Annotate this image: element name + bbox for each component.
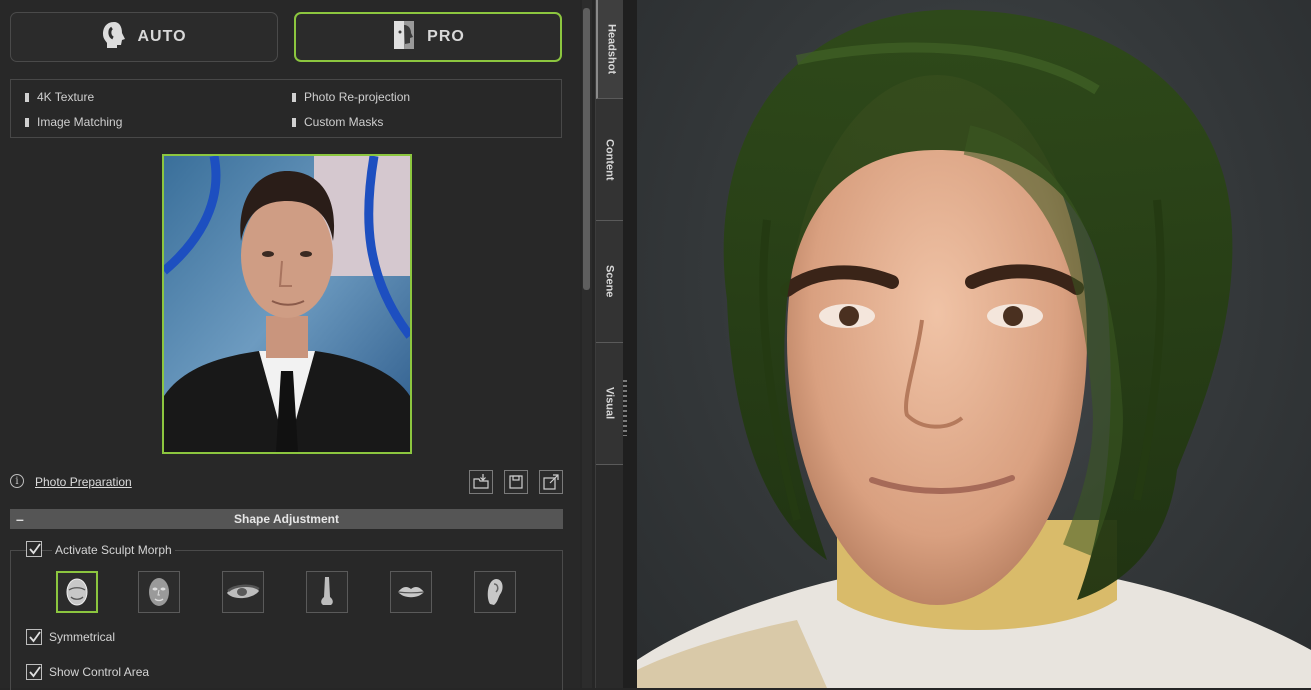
lips-icon	[397, 587, 425, 598]
load-photo-button[interactable]	[469, 470, 493, 494]
feature-label: 4K Texture	[37, 90, 95, 104]
tab-content[interactable]: Content	[596, 99, 623, 221]
tab-headshot[interactable]: Headshot	[596, 0, 625, 99]
face-icon	[149, 578, 169, 606]
3d-viewport[interactable]	[637, 0, 1311, 688]
show-control-area-checkbox[interactable]	[26, 664, 42, 680]
ear-part-button[interactable]	[474, 571, 516, 613]
info-icon[interactable]: i	[10, 474, 24, 488]
feature-label: Custom Masks	[304, 115, 384, 129]
shape-adjustment-header[interactable]: – Shape Adjustment	[10, 509, 563, 529]
symmetrical-checkbox[interactable]	[26, 629, 42, 645]
feature-label: Image Matching	[37, 115, 123, 129]
panel-splitter[interactable]	[623, 0, 637, 688]
pro-head-icon	[391, 19, 417, 56]
folder-import-icon	[473, 474, 489, 489]
expand-icon	[543, 474, 559, 490]
bullet-icon	[25, 92, 29, 102]
pro-features-box: 4K Texture Photo Re-projection Image Mat…	[10, 79, 562, 138]
bullet-icon	[292, 92, 296, 102]
tab-scene[interactable]: Scene	[596, 221, 623, 343]
shape-adjustment-title: Shape Adjustment	[234, 512, 339, 526]
nose-icon	[321, 577, 333, 605]
eye-icon	[227, 584, 260, 599]
head-model-render	[637, 9, 1311, 688]
checkmark-icon	[29, 666, 41, 678]
tab-label: Headshot	[605, 23, 618, 75]
bullet-icon	[292, 117, 296, 127]
face-part-button[interactable]	[138, 571, 180, 613]
nose-part-button[interactable]	[306, 571, 348, 613]
tab-label: Content	[603, 138, 616, 181]
lips-part-button[interactable]	[390, 571, 432, 613]
side-tab-strip: Headshot Content Scene Visual	[595, 0, 625, 688]
pro-mode-button[interactable]: PRO	[294, 12, 562, 62]
photo-preparation-row: i Photo Preparation	[10, 470, 563, 494]
head-icon	[66, 578, 88, 606]
auto-mode-button[interactable]: AUTO	[10, 12, 278, 62]
activate-sculpt-label: Activate Sculpt Morph	[52, 543, 175, 557]
source-photo[interactable]	[162, 154, 412, 454]
feature-item: Image Matching	[25, 115, 122, 129]
tab-label: Visual	[603, 387, 616, 420]
pro-mode-label: PRO	[427, 28, 465, 45]
activate-sculpt-checkbox[interactable]	[26, 541, 42, 557]
bullet-icon	[25, 117, 29, 127]
checkmark-icon	[29, 543, 41, 555]
ear-icon	[487, 579, 503, 605]
tab-visual[interactable]: Visual	[596, 343, 623, 465]
auto-mode-label: AUTO	[137, 28, 187, 45]
symmetrical-label: Symmetrical	[49, 630, 116, 644]
feature-item: Photo Re-projection	[292, 90, 410, 104]
checkmark-icon	[29, 631, 41, 643]
eye-part-button[interactable]	[222, 571, 264, 613]
head-part-button[interactable]	[56, 571, 98, 613]
show-control-area-label: Show Control Area	[49, 665, 150, 679]
feature-item: 4K Texture	[25, 90, 94, 104]
save-icon	[509, 475, 523, 489]
splitter-grip-icon[interactable]	[623, 380, 627, 436]
feature-label: Photo Re-projection	[304, 90, 411, 104]
collapse-icon[interactable]: –	[16, 509, 24, 529]
photo-preparation-link[interactable]: Photo Preparation	[35, 475, 132, 489]
scrollbar-thumb[interactable]	[583, 8, 590, 290]
tab-label: Scene	[603, 265, 616, 298]
auto-head-icon	[101, 20, 127, 55]
feature-item: Custom Masks	[292, 115, 383, 129]
headshot-panel: AUTO PRO 4K Texture Photo Re-projection …	[0, 0, 580, 690]
popout-photo-button[interactable]	[539, 470, 563, 494]
save-photo-button[interactable]	[504, 470, 528, 494]
